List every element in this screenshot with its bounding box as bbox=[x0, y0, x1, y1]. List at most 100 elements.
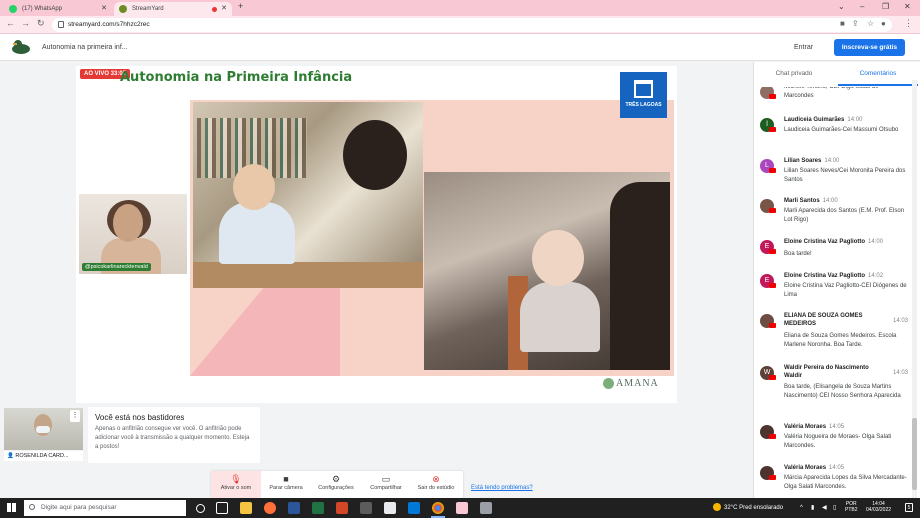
slide-collage bbox=[190, 100, 674, 376]
url-field[interactable]: streamyard.com/s7hhzc2rec ■ ⇪ ☆ ● bbox=[52, 18, 892, 32]
youtube-icon bbox=[769, 94, 776, 99]
tab-search-icon[interactable]: ⌄ bbox=[838, 2, 845, 11]
unmute-button[interactable]: 🎙 Ativar o som bbox=[211, 471, 261, 498]
clock-date: 04/03/2022 bbox=[866, 507, 892, 513]
camera-indicator-icon[interactable]: ■ bbox=[840, 19, 845, 28]
slide-logo-text: TRÊS LAGOAS bbox=[625, 102, 662, 108]
maximize-button[interactable]: ❐ bbox=[882, 2, 889, 11]
notifications-icon[interactable]: 5 bbox=[905, 503, 913, 512]
streamyard-icon bbox=[119, 5, 127, 13]
comment-author: Valéria Moraes 14:05 bbox=[784, 424, 845, 430]
file-explorer-icon[interactable] bbox=[240, 502, 252, 514]
chrome-profile-icon[interactable] bbox=[456, 502, 468, 514]
tab-whatsapp[interactable]: (17) WhatsApp ✕ bbox=[4, 2, 112, 16]
browser-tabstrip: (17) WhatsApp ✕ StreamYard ✕ + ⌄ – ❐ ✕ bbox=[0, 0, 920, 16]
battery-icon[interactable]: ▯ bbox=[833, 498, 836, 518]
media-app-icon[interactable] bbox=[360, 502, 372, 514]
sun-icon bbox=[713, 503, 721, 512]
youtube-icon bbox=[769, 323, 776, 328]
comment-author: Eloine Cristina Vaz Pagliotto 14:00 bbox=[784, 239, 884, 245]
firefox-icon[interactable] bbox=[264, 502, 276, 514]
notepad-icon[interactable] bbox=[480, 502, 492, 514]
tab-private-chat[interactable]: Chat privado bbox=[754, 62, 834, 86]
browser-menu-icon[interactable]: ⋮ bbox=[904, 18, 913, 29]
profile-icon[interactable]: ● bbox=[881, 19, 886, 28]
leaf-icon bbox=[603, 378, 614, 390]
whatsapp-icon bbox=[9, 5, 17, 13]
comment-author: ELIANA DE SOUZA GOMES MEDEIROS bbox=[784, 313, 863, 327]
powerpoint-icon[interactable] bbox=[336, 502, 348, 514]
slide-photo-baby bbox=[424, 172, 670, 370]
presenter-name-tag: @psicokarlinarecktenvald bbox=[82, 263, 151, 271]
comment-author: Eloine Cristina Vaz Pagliotto 14:02 bbox=[784, 273, 884, 279]
settings-button[interactable]: ⚙ Configurações bbox=[311, 471, 361, 498]
comment-author: Waldir Pereira do Nascimento Waldir bbox=[784, 365, 869, 379]
comment-time: 14:03 bbox=[893, 318, 909, 324]
stop-camera-button[interactable]: ■ Parar câmera bbox=[261, 471, 311, 498]
close-circle-icon: ⊗ bbox=[432, 474, 440, 484]
network-icon[interactable]: ▮ bbox=[811, 498, 814, 518]
backstage-notice: Você está nos bastidores Apenas o anfitr… bbox=[88, 407, 260, 463]
signup-button[interactable]: Inscreva-se grátis bbox=[834, 39, 905, 56]
new-tab-button[interactable]: + bbox=[238, 1, 243, 11]
slide-title: Autonomia na Primeira Infância bbox=[120, 70, 353, 85]
share-icon[interactable]: ⇪ bbox=[852, 19, 859, 28]
having-problems-link[interactable]: Está tendo problemas? bbox=[471, 485, 533, 491]
youtube-icon bbox=[769, 127, 776, 132]
language-indicator[interactable]: POR PTB2 bbox=[845, 501, 858, 513]
minimize-button[interactable]: – bbox=[860, 2, 864, 11]
backstage-participant-name: 👤 ROSENILDA CARD... bbox=[4, 451, 83, 461]
volume-icon[interactable]: ◀ bbox=[822, 498, 827, 518]
cortana-icon[interactable] bbox=[196, 504, 205, 513]
word-icon[interactable] bbox=[288, 502, 300, 514]
comment-text: Eliana de Souza Gomes Medeiros. Escola M… bbox=[784, 333, 897, 348]
video-camera-icon: ■ bbox=[283, 474, 289, 484]
mic-off-icon: 🎙 bbox=[230, 474, 242, 484]
address-bar: ← → ↻ streamyard.com/s7hhzc2rec ■ ⇪ ☆ ● … bbox=[0, 16, 920, 34]
taskbar-search-input[interactable]: Digite aqui para pesquisar bbox=[24, 500, 186, 516]
youtube-icon bbox=[769, 283, 776, 288]
reload-button[interactable]: ↻ bbox=[37, 18, 45, 29]
participant-name-text: ROSENILDA CARD... bbox=[15, 453, 69, 459]
windows-start-icon[interactable] bbox=[7, 503, 16, 512]
leave-studio-button[interactable]: ⊗ Sair do estúdio bbox=[411, 471, 461, 498]
comment-author: Lilian Soares 14:00 bbox=[784, 158, 840, 164]
comment-text: Eloine Cristina Vaz Pagliotto-CEI Diógen… bbox=[784, 283, 907, 298]
comment-text: Valéria Nogueira de Moraes- Olga Salati … bbox=[784, 434, 892, 449]
store-icon[interactable] bbox=[384, 502, 396, 514]
comment-text: Márcia Aparecida Lopes da Silva Mercadan… bbox=[784, 475, 907, 490]
search-icon bbox=[29, 504, 35, 510]
city-hall-icon bbox=[634, 80, 653, 98]
excel-icon[interactable] bbox=[312, 502, 324, 514]
scrollbar-thumb[interactable] bbox=[912, 418, 917, 490]
close-tab-icon[interactable]: ✕ bbox=[101, 2, 107, 16]
forward-button[interactable]: → bbox=[21, 18, 30, 28]
comments-scrollbar[interactable] bbox=[912, 80, 917, 498]
tab-streamyard[interactable]: StreamYard ✕ bbox=[114, 2, 232, 16]
weather-widget[interactable]: 32°C Pred ensolarado bbox=[713, 498, 783, 518]
taskbar-clock[interactable]: 14:04 04/03/2022 bbox=[866, 501, 891, 513]
photos-icon[interactable] bbox=[408, 502, 420, 514]
more-options-icon[interactable]: ⋮ bbox=[70, 410, 80, 422]
gear-icon: ⚙ bbox=[331, 474, 341, 484]
youtube-icon bbox=[769, 434, 776, 439]
tab-comments[interactable]: Comentários bbox=[838, 62, 918, 86]
task-view-icon[interactable] bbox=[216, 502, 228, 514]
windows-taskbar: Digite aqui para pesquisar 32°C Pred ens… bbox=[0, 498, 920, 518]
close-window-button[interactable]: ✕ bbox=[904, 2, 911, 11]
comment-author: Marli Santos 14:00 bbox=[784, 198, 838, 204]
bookmark-star-icon[interactable]: ☆ bbox=[867, 19, 874, 28]
tray-chevron-icon[interactable]: ^ bbox=[800, 498, 803, 518]
backstage-title: Você está nos bastidores bbox=[95, 413, 185, 422]
slide-logo: TRÊS LAGOAS bbox=[620, 72, 667, 118]
tab-streamyard-title: StreamYard bbox=[132, 6, 164, 12]
share-screen-button[interactable]: ▭ Compartilhar bbox=[361, 471, 411, 498]
comment-text: Lilian Soares Neves/Cei Moronita Pereira… bbox=[784, 168, 906, 183]
comments-list: Michele Tenório, CEI Olga Salati de Marc… bbox=[754, 87, 912, 498]
chrome-icon[interactable] bbox=[432, 502, 444, 514]
close-tab-icon[interactable]: ✕ bbox=[221, 2, 227, 16]
presenter-camera[interactable]: @psicokarlinarecktenvald bbox=[79, 194, 187, 274]
login-link[interactable]: Entrar bbox=[794, 34, 813, 61]
person-icon: 👤 bbox=[7, 453, 14, 459]
back-button[interactable]: ← bbox=[6, 18, 15, 28]
